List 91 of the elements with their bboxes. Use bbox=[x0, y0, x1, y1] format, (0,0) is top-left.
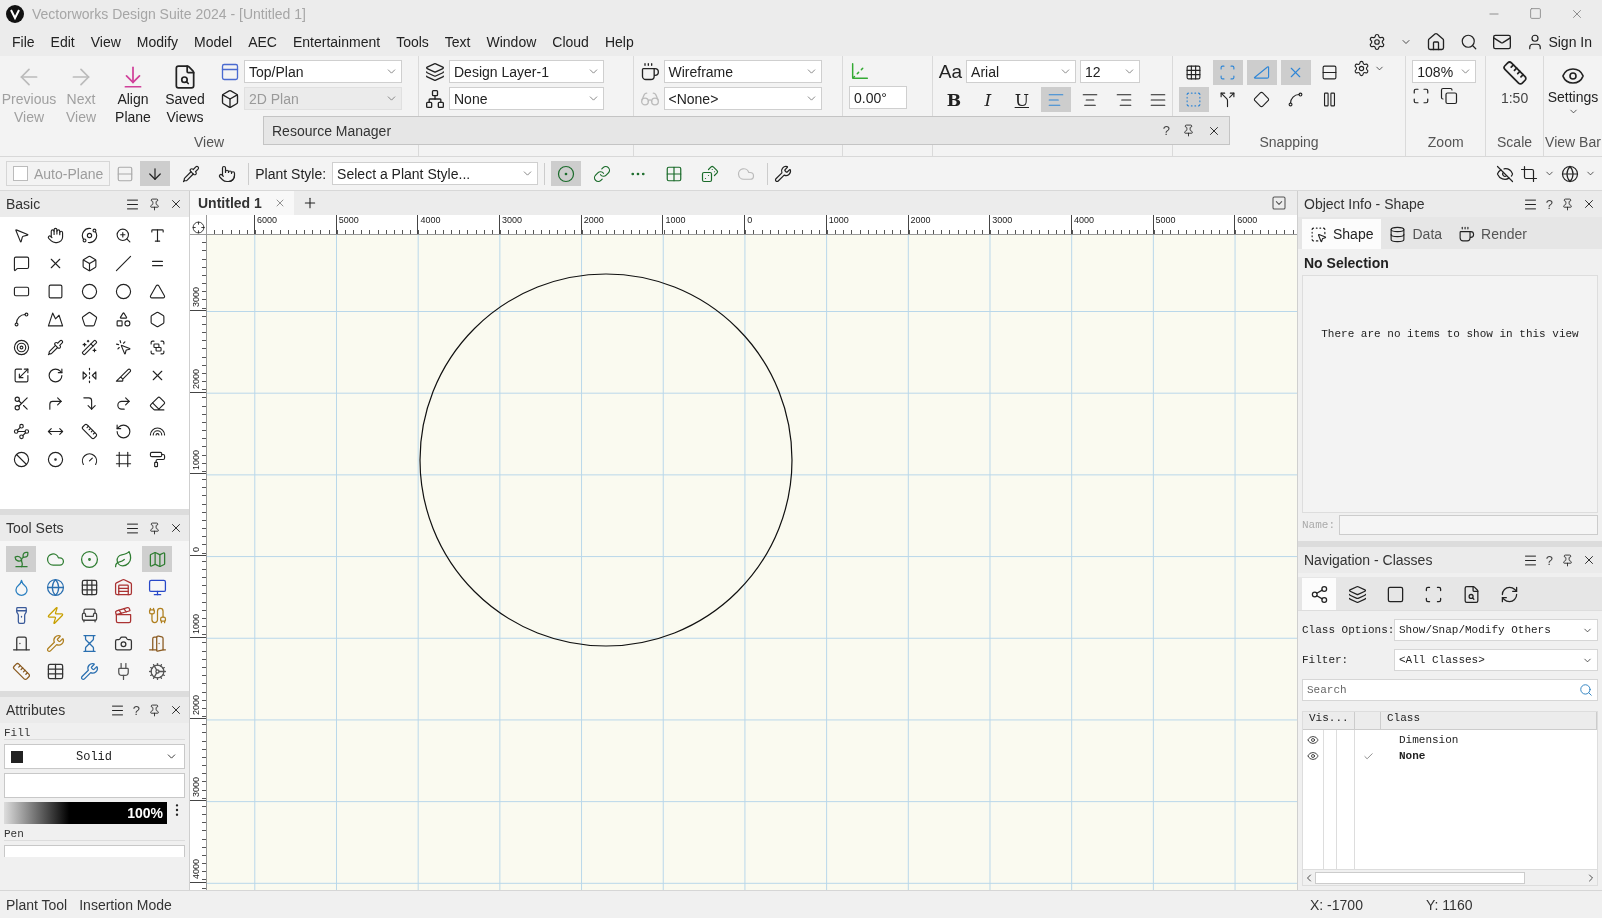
fill-label: Fill bbox=[4, 727, 185, 740]
panel-title: Object Info - Shape bbox=[1304, 196, 1426, 212]
menu-item[interactable]: Cloud bbox=[544, 34, 597, 50]
scale-value[interactable]: 1:50 bbox=[1500, 90, 1529, 106]
help-button[interactable]: ? bbox=[1162, 123, 1170, 138]
text-style-button[interactable]: B bbox=[938, 87, 969, 112]
info-tab[interactable]: Shape bbox=[1302, 219, 1382, 249]
panel-title: Tool Sets bbox=[6, 520, 65, 536]
ruler-label: 3000 bbox=[502, 215, 523, 225]
group-label: View bbox=[192, 134, 226, 152]
ruler-label: 4000 bbox=[420, 215, 441, 225]
menu-item[interactable]: AEC bbox=[240, 34, 285, 50]
table-cell[interactable]: None bbox=[1381, 750, 1597, 762]
selection-status: No Selection bbox=[1303, 254, 1390, 273]
ruler-label: 1000 bbox=[191, 450, 201, 471]
zoom-dropdown[interactable]: 108% bbox=[1412, 60, 1477, 83]
settings-button[interactable]: Settings bbox=[1544, 60, 1602, 117]
group-label: Scale bbox=[1497, 134, 1533, 152]
class-options-label: Class Options: bbox=[1302, 624, 1390, 636]
resource-manager-title: Resource Manager bbox=[272, 122, 393, 139]
ruler-label: 1000 bbox=[191, 613, 201, 634]
table-cell[interactable]: Dimension bbox=[1381, 734, 1597, 746]
menu-item[interactable]: Edit bbox=[42, 34, 83, 50]
ruler-label: 5000 bbox=[338, 215, 359, 225]
ruler-label: 5000 bbox=[1155, 215, 1176, 225]
group-label: Zoom bbox=[1426, 134, 1465, 152]
class-dropdown[interactable]: None bbox=[449, 87, 604, 110]
menu-item[interactable]: Modify bbox=[128, 34, 186, 50]
ruler-label: 4000 bbox=[191, 858, 201, 879]
column-header[interactable]: Class bbox=[1381, 712, 1597, 729]
ribbon-button[interactable]: Align Plane bbox=[110, 60, 156, 126]
search-field[interactable]: Search bbox=[1302, 679, 1598, 701]
filter-label: Filter: bbox=[1302, 654, 1350, 666]
document-tab[interactable]: Untitled 1 bbox=[190, 191, 294, 215]
status-mode: Insertion Mode bbox=[79, 896, 172, 913]
menu-item[interactable]: Entertainment bbox=[284, 34, 389, 50]
fill-style-dropdown[interactable]: Solid bbox=[4, 744, 185, 769]
ruler-label: 1000 bbox=[665, 215, 686, 225]
menu-item[interactable]: Model bbox=[186, 34, 241, 50]
ruler-label: 0 bbox=[747, 215, 753, 225]
name-label: Name: bbox=[1302, 519, 1335, 531]
group-label: View Bar bbox=[1545, 134, 1601, 152]
font-size-dropdown[interactable]: 12 bbox=[1080, 60, 1141, 83]
class-options-dropdown[interactable]: Show/Snap/Modify Others bbox=[1394, 619, 1598, 641]
y-coordinate: Y: 1160 bbox=[1426, 896, 1474, 913]
help-button[interactable]: ? bbox=[132, 702, 140, 718]
plant-style-label: Plant Style: bbox=[255, 165, 327, 182]
ruler-label: 2000 bbox=[583, 215, 604, 225]
ruler-label: 3000 bbox=[992, 215, 1013, 225]
help-button[interactable]: ? bbox=[1545, 552, 1553, 568]
ruler-label: 0 bbox=[191, 547, 201, 553]
ruler-label: 2000 bbox=[910, 215, 931, 225]
ruler-label: 3000 bbox=[191, 777, 201, 798]
x-coordinate: X: -1700 bbox=[1310, 896, 1364, 913]
rotation-field[interactable]: 0.00° bbox=[849, 86, 907, 109]
help-button[interactable]: ? bbox=[1545, 196, 1553, 212]
opacity-bar[interactable]: 100% bbox=[4, 802, 167, 824]
menu-item[interactable]: Window bbox=[478, 34, 545, 50]
ruler-label: 1000 bbox=[828, 215, 849, 225]
filter-dropdown[interactable]: <All Classes> bbox=[1394, 649, 1598, 671]
menu-item[interactable]: Text bbox=[436, 34, 479, 50]
panel-title: Basic bbox=[6, 196, 42, 212]
font-menu-button[interactable]: Aa bbox=[938, 60, 963, 83]
menu-item[interactable]: Help bbox=[596, 34, 642, 50]
ruler-label: 6000 bbox=[257, 215, 278, 225]
layer-dropdown[interactable]: Design Layer-1 bbox=[449, 60, 604, 83]
window-title: Vectorworks Design Suite 2024 - [Untitled 1] bbox=[32, 6, 307, 22]
menu-item[interactable]: Tools bbox=[388, 34, 437, 50]
font-dropdown[interactable]: Arial bbox=[966, 60, 1077, 83]
view-dropdown[interactable]: Top/Plan bbox=[244, 60, 402, 83]
status-tool: Plant Tool bbox=[6, 896, 68, 913]
menu-item[interactable]: View bbox=[82, 34, 129, 50]
ruler-label: 6000 bbox=[1237, 215, 1258, 225]
menu-item[interactable]: File bbox=[4, 34, 43, 50]
light-dropdown[interactable]: <None> bbox=[663, 87, 822, 110]
text-style-button[interactable]: U bbox=[1006, 87, 1037, 112]
text-style-button[interactable]: I bbox=[972, 87, 1003, 112]
panel-title: Navigation - Classes bbox=[1304, 552, 1434, 568]
ribbon-button[interactable]: Saved Views bbox=[162, 60, 208, 126]
render-mode-dropdown[interactable]: Wireframe bbox=[663, 60, 822, 83]
column-header[interactable]: Vis... bbox=[1303, 712, 1355, 729]
group-label: Snapping bbox=[1258, 134, 1320, 152]
ruler-label: 2000 bbox=[191, 368, 201, 389]
ruler-label: 2000 bbox=[191, 695, 201, 716]
empty-message: There are no items to show in this view bbox=[1321, 328, 1579, 342]
pen-label: Pen bbox=[4, 828, 185, 841]
panel-title: Attributes bbox=[6, 702, 67, 718]
ruler-label: 4000 bbox=[1073, 215, 1094, 225]
plant-style-dropdown[interactable]: Select a Plant Style... bbox=[332, 162, 539, 185]
ruler-label: 3000 bbox=[191, 286, 201, 307]
sign-in-link[interactable]: Sign In bbox=[1548, 34, 1592, 50]
